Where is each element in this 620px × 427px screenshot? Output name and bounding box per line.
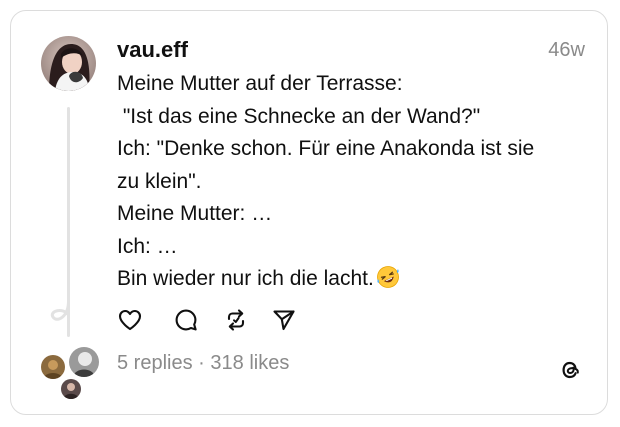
send-icon [273, 310, 295, 331]
like-button[interactable] [117, 307, 143, 333]
comment-icon [175, 309, 197, 331]
rolling-on-the-floor-laughing-emoji [376, 265, 400, 300]
post-text-line: Ich: "Denke schon. Für eine Anakonda ist… [117, 137, 535, 160]
author-avatar[interactable] [41, 36, 96, 91]
post-stats: 5 replies · 318 likes [117, 352, 289, 375]
repost-button[interactable] [223, 307, 249, 333]
post-text-line: "Ist das eine Schnecke an der Wand?" [117, 104, 481, 128]
repost-icon [227, 309, 245, 331]
post-text-line: Ich: … [117, 234, 178, 258]
stats-separator: · [192, 352, 211, 374]
replier-avatar [59, 377, 83, 401]
replies-count[interactable]: 5 replies [117, 352, 193, 374]
post-card[interactable]: vau.eff 46w Meine Mutter auf der Terrass… [10, 10, 608, 415]
replier-avatar [39, 353, 67, 381]
post-timestamp[interactable]: 46w [548, 39, 585, 62]
thread-loop-icon [49, 299, 79, 334]
post-text-line: Bin wieder nur ich die lacht. [117, 267, 374, 290]
post-text-line: Meine Mutter: … [117, 202, 273, 225]
author-username[interactable]: vau.eff [117, 37, 188, 63]
post-text-line: zu klein". [117, 169, 202, 193]
replier-avatar [67, 345, 101, 379]
post-text-line-last: Bin wieder nur ich die lacht. [117, 263, 587, 300]
reply-button[interactable] [173, 307, 199, 333]
share-button[interactable] [271, 307, 297, 333]
post-text-line: Meine Mutter auf der Terrasse: [117, 72, 403, 95]
likes-count[interactable]: 318 likes [210, 352, 289, 374]
post-body: Meine Mutter auf der Terrasse: "Ist das … [117, 68, 587, 300]
threads-logo-icon[interactable] [557, 357, 583, 383]
heart-icon [118, 309, 142, 331]
